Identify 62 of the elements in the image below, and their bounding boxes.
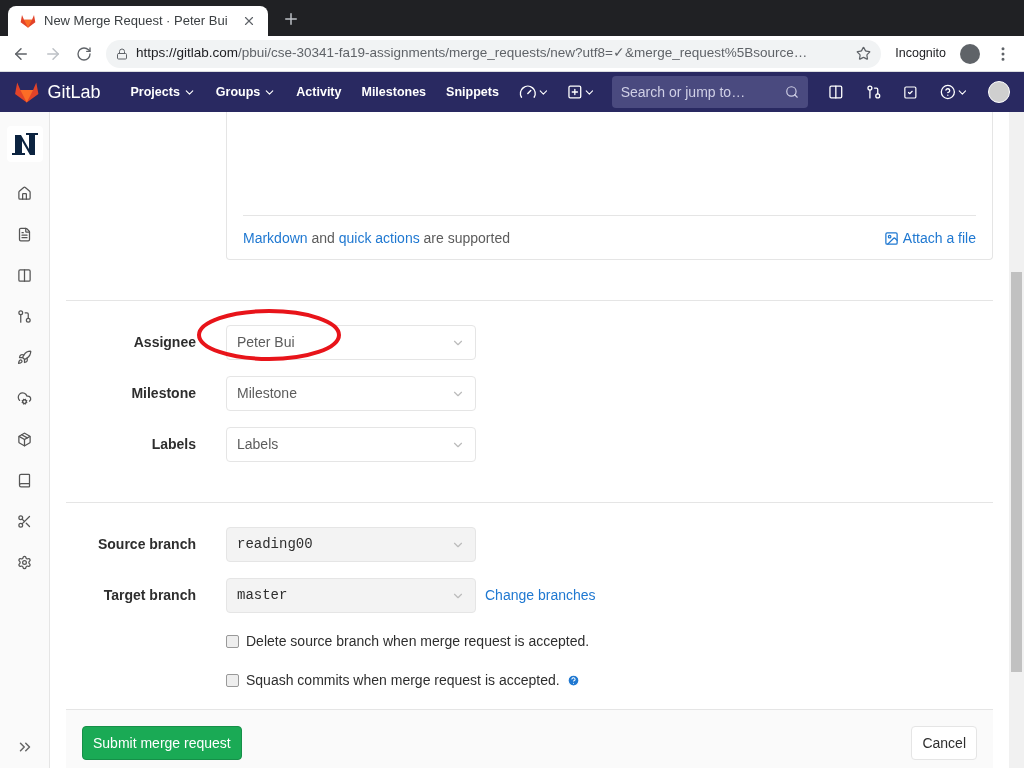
rocket-icon[interactable] (17, 350, 32, 365)
url-text: https://gitlab.com/pbui/cse-30341-fa19-assignments/merge_requests/new?utf8=✓&merge_request%5Bsource… (136, 44, 809, 63)
plus-square-icon[interactable] (567, 84, 583, 100)
field-label: Assignee (132, 333, 196, 352)
help-link[interactable]: quick actions (338, 230, 420, 246)
merge-icon[interactable] (17, 309, 32, 324)
new-tab-icon[interactable] (282, 10, 300, 28)
dropdown-field[interactable]: Peter Bui (226, 325, 476, 360)
image-icon (883, 231, 899, 246)
gauge-icon[interactable] (518, 83, 537, 101)
search-field[interactable]: Search or jump to… (611, 76, 808, 108)
branch-dropdown[interactable]: reading00 (226, 527, 476, 562)
incognito-icon (960, 43, 980, 64)
fox-logo-icon (20, 13, 36, 29)
avatar[interactable] (988, 81, 1010, 103)
file-icon[interactable] (17, 227, 32, 242)
description-editor[interactable]: Markdown and quick actions are supported Attach a file (226, 112, 993, 260)
lock-icon (116, 47, 128, 60)
tab-title: New Merge Request · Peter Bui (44, 12, 229, 31)
attach-file-link[interactable]: Attach a file (883, 228, 976, 249)
search-icon (784, 85, 799, 99)
field-label: Source branch (96, 535, 196, 554)
checkbox[interactable] (226, 674, 239, 687)
issues-icon[interactable] (17, 268, 32, 283)
field-label: Milestone (130, 384, 196, 403)
dropdown-field[interactable]: Milestone (226, 376, 476, 411)
project-avatar[interactable] (6, 126, 43, 162)
field-label: Target branch (102, 586, 196, 605)
reload-icon[interactable] (76, 45, 92, 62)
close-icon[interactable] (242, 14, 256, 28)
nav-link[interactable]: Groups (215, 82, 277, 102)
issues-icon[interactable] (827, 84, 844, 100)
todo-icon[interactable] (903, 84, 918, 100)
markdown-hint: Markdown and quick actions are supported (243, 229, 511, 248)
nav-link[interactable]: Milestones (361, 82, 427, 102)
gear-icon[interactable] (17, 555, 32, 570)
cloud-icon[interactable] (17, 391, 32, 406)
cancel-button[interactable]: Cancel (911, 726, 977, 760)
branch-dropdown[interactable]: master (226, 578, 476, 613)
field-label: Labels (150, 435, 196, 454)
incognito-label: Incognito (895, 45, 946, 63)
dropdown-field[interactable]: Labels (226, 427, 476, 462)
merge-request-icon[interactable] (865, 84, 882, 100)
nav-link[interactable]: Projects (130, 82, 196, 102)
nav-link[interactable]: Snippets (446, 82, 499, 102)
checkbox-label: Squash commits when merge request is accepted. (246, 671, 560, 690)
nav-link[interactable]: Activity (296, 82, 342, 102)
book-icon[interactable] (17, 473, 32, 488)
browser-tab[interactable]: New Merge Request · Peter Bui (8, 6, 268, 36)
package-icon[interactable] (17, 432, 32, 447)
monogram-logo-icon (9, 131, 40, 157)
help-link[interactable]: Markdown (243, 230, 308, 246)
checkbox-label: Delete source branch when merge request is accepted. (246, 632, 590, 651)
scrollbar[interactable] (1009, 112, 1024, 768)
help-icon[interactable] (940, 84, 956, 100)
change-branches-link[interactable]: Change branches (485, 585, 596, 606)
checkbox[interactable] (226, 635, 239, 648)
scissors-icon[interactable] (17, 514, 32, 529)
address-bar[interactable]: https://gitlab.com/pbui/cse-30341-fa19-assignments/merge_requests/new?utf8=✓&merge_request%5Bsource… (106, 39, 882, 68)
home-icon[interactable] (17, 186, 32, 201)
bookmark-star-icon[interactable] (856, 46, 872, 61)
brand-name[interactable]: GitLab (47, 78, 101, 106)
